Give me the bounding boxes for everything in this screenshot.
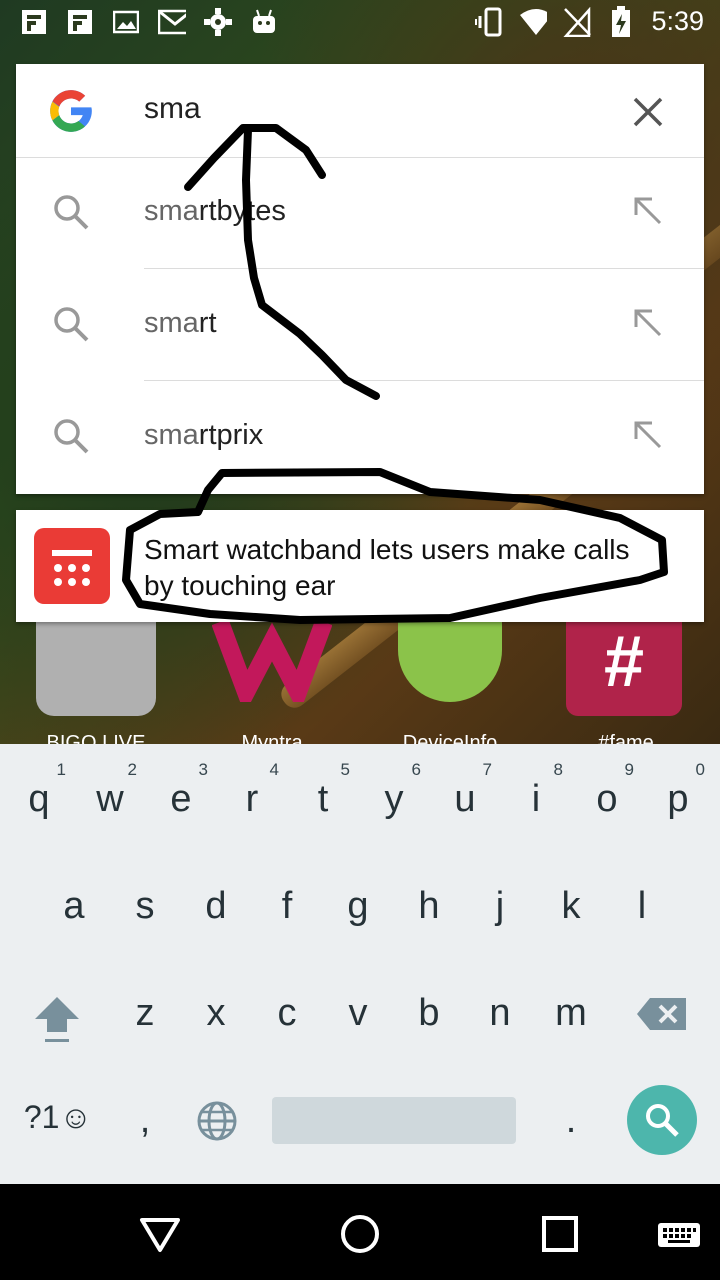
suggestion-item[interactable]: smartbytes (16, 157, 704, 269)
search-input[interactable] (144, 92, 584, 126)
key-f[interactable]: f (252, 851, 322, 951)
key-m[interactable]: m (536, 958, 606, 1058)
key-t[interactable]: 5t (288, 744, 358, 844)
clear-icon[interactable] (628, 92, 668, 132)
key-u[interactable]: 7u (430, 744, 500, 844)
keyboard-switch-icon[interactable] (656, 1210, 702, 1258)
clock: 5:39 (651, 6, 704, 36)
app-bigo-live[interactable]: BIGO LIVE (36, 622, 156, 754)
key-v[interactable]: v (323, 958, 393, 1058)
key-l[interactable]: l (607, 851, 677, 951)
search-bar (16, 64, 704, 158)
hashtag-icon: # (566, 622, 682, 716)
suggestion-item[interactable]: smart (16, 269, 704, 381)
key-n[interactable]: n (465, 958, 535, 1058)
flipboard-icon (66, 8, 94, 36)
flipboard-icon (20, 8, 48, 36)
globe-icon (197, 1101, 237, 1141)
key-h[interactable]: h (394, 851, 464, 951)
key-s[interactable]: s (110, 851, 180, 951)
gmail-icon (158, 8, 186, 36)
period-key[interactable]: . (536, 1065, 606, 1165)
shift-arrow-icon (35, 997, 79, 1042)
google-logo-icon (50, 90, 92, 132)
suggestion-text: smartbytes (144, 195, 286, 227)
android-icon (250, 8, 278, 36)
search-icon (54, 307, 89, 342)
vibrate-icon (475, 7, 503, 36)
key-g[interactable]: g (323, 851, 393, 951)
backspace-key[interactable] (626, 958, 696, 1058)
soft-keyboard: 1q 2w 3e 4r 5t 6y 7u 8i 9o 0p a s d f g … (0, 744, 720, 1184)
key-y[interactable]: 6y (359, 744, 429, 844)
arrow-up-left-icon[interactable] (632, 307, 664, 339)
space-bar[interactable] (272, 1097, 516, 1144)
home-icon[interactable] (336, 1210, 384, 1258)
keyboard-search-button[interactable] (627, 1085, 697, 1155)
news-headline: Smart watchband lets users make calls by… (144, 534, 630, 601)
suggestion-item[interactable]: smartprix (16, 381, 704, 493)
back-icon[interactable] (136, 1210, 184, 1258)
key-x[interactable]: x (181, 958, 251, 1058)
suggestion-text: smart (144, 307, 217, 339)
key-c[interactable]: c (252, 958, 322, 1058)
symbols-key[interactable]: ?1☺ (18, 1065, 98, 1165)
key-e[interactable]: 3e (146, 744, 216, 844)
image-icon (112, 8, 140, 36)
navigation-bar (0, 1184, 720, 1280)
key-w[interactable]: 2w (75, 744, 145, 844)
wifi-icon (519, 8, 548, 36)
app-deviceinfo[interactable]: DeviceInfo (390, 622, 510, 754)
backspace-icon (637, 998, 686, 1030)
bigo-live-icon (36, 622, 156, 716)
language-key[interactable] (181, 1065, 251, 1165)
info-icon (398, 622, 502, 702)
search-icon (54, 195, 89, 230)
search-icon (54, 419, 89, 454)
recents-icon[interactable] (536, 1210, 584, 1258)
arrow-up-left-icon[interactable] (632, 419, 664, 451)
key-o[interactable]: 9o (572, 744, 642, 844)
key-p[interactable]: 0p (643, 744, 713, 844)
key-k[interactable]: k (536, 851, 606, 951)
news-card[interactable]: Smart watchband lets users make calls by… (16, 510, 704, 622)
no-sim-icon (563, 6, 592, 37)
suggestion-text: smartprix (144, 419, 264, 451)
key-z[interactable]: z (110, 958, 180, 1058)
app-fame[interactable]: # #fame (566, 622, 686, 754)
comma-key[interactable]: , (110, 1065, 180, 1165)
key-r[interactable]: 4r (217, 744, 287, 844)
key-i[interactable]: 8i (501, 744, 571, 844)
key-j[interactable]: j (465, 851, 535, 951)
app-myntra[interactable]: Myntra (212, 622, 332, 754)
key-a[interactable]: a (39, 851, 109, 951)
settings-cog-icon (204, 8, 232, 36)
myntra-icon (212, 622, 332, 702)
battery-charging-icon (607, 5, 635, 37)
key-q[interactable]: 1q (4, 744, 74, 844)
shift-key[interactable] (20, 958, 90, 1058)
news-app-icon (34, 528, 110, 604)
status-bar: 5:39 (0, 0, 720, 48)
search-panel: smartbytes smart smartprix (16, 64, 704, 494)
key-b[interactable]: b (394, 958, 464, 1058)
search-icon (646, 1104, 679, 1137)
key-d[interactable]: d (181, 851, 251, 951)
arrow-up-left-icon[interactable] (632, 195, 664, 227)
